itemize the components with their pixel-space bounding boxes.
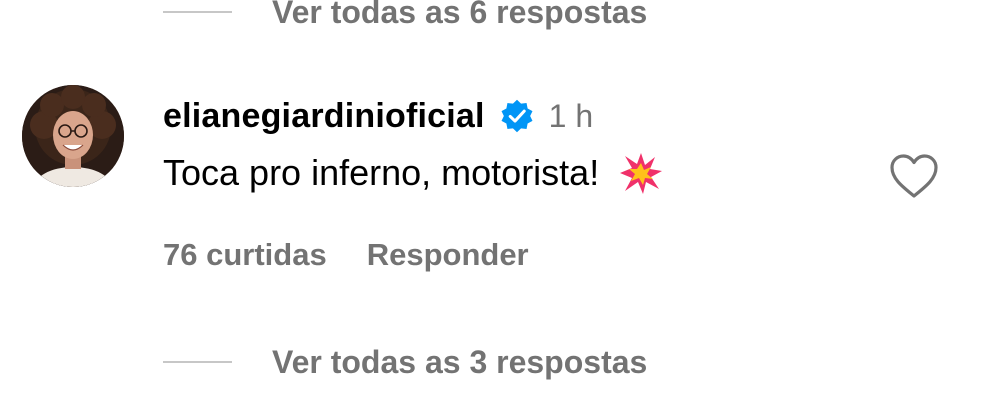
comment-actions: 76 curtidas Responder (163, 234, 529, 276)
avatar-image (22, 85, 124, 187)
replies-divider (163, 11, 232, 13)
comment-body: Toca pro inferno, motorista! (163, 150, 663, 196)
comment-thread: Ver todas as 6 respostas elianegiardinio… (0, 0, 984, 395)
avatar[interactable] (22, 85, 124, 187)
view-replies-label: Ver todas as 6 respostas (272, 0, 648, 30)
likes-count-button[interactable]: 76 curtidas (163, 237, 327, 273)
comment-text: Toca pro inferno, motorista! (163, 152, 600, 193)
view-replies-button-bottom[interactable]: Ver todas as 3 respostas (163, 342, 647, 382)
comment-timestamp[interactable]: 1 h (549, 98, 593, 135)
view-replies-button-top[interactable]: Ver todas as 6 respostas (163, 0, 647, 32)
heart-outline-icon[interactable] (889, 153, 939, 199)
view-replies-label: Ver todas as 3 respostas (272, 344, 648, 380)
collision-emoji-icon (619, 151, 663, 195)
verified-badge-icon (499, 98, 535, 134)
comment-header: elianegiardinioficial 1 h (163, 94, 593, 138)
replies-divider (163, 361, 232, 363)
reply-button[interactable]: Responder (367, 237, 529, 273)
username-link[interactable]: elianegiardinioficial (163, 97, 485, 136)
